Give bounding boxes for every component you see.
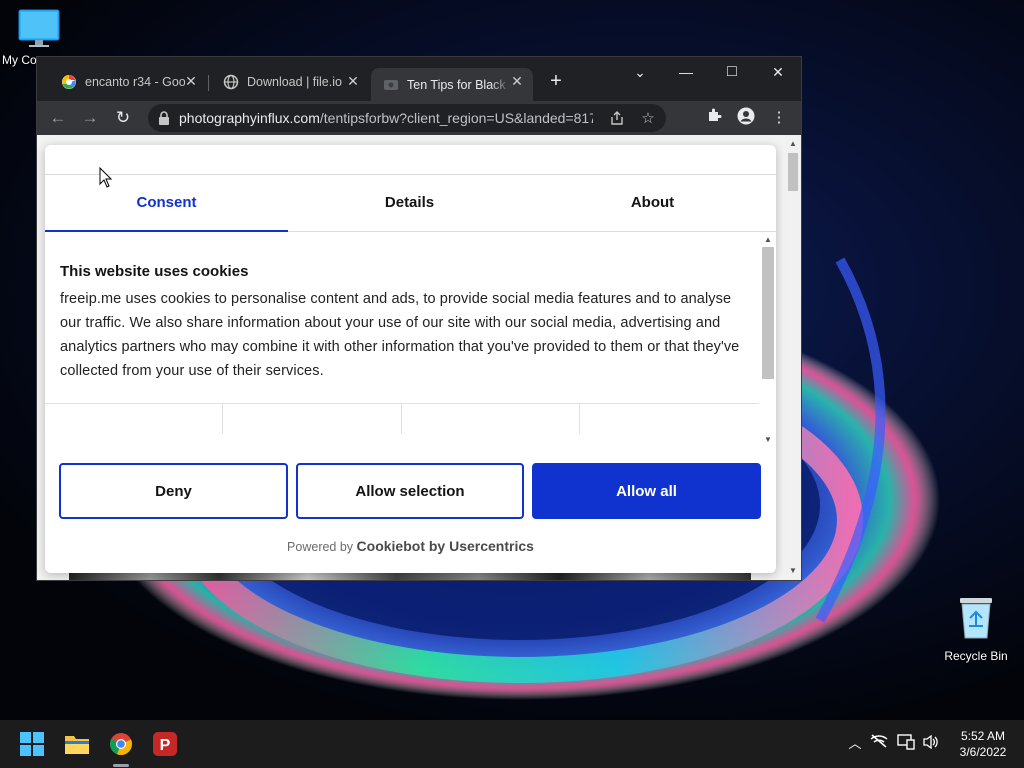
dialog-body: This website uses cookies freeip.me uses… bbox=[45, 231, 776, 449]
volume-icon[interactable] bbox=[921, 734, 941, 754]
minimize-button[interactable]: — bbox=[663, 57, 709, 87]
dialog-tab-bar: Consent Details About bbox=[45, 174, 776, 232]
tab-consent[interactable]: Consent bbox=[45, 175, 288, 232]
tab-divider bbox=[208, 75, 209, 91]
network-icon[interactable] bbox=[869, 734, 889, 754]
scroll-up-arrow-icon[interactable]: ▲ bbox=[760, 235, 776, 244]
tab-ten-tips[interactable]: Ten Tips for Black a ✕ bbox=[371, 68, 533, 101]
globe-icon bbox=[223, 74, 239, 90]
deny-button[interactable]: Deny bbox=[59, 463, 288, 519]
scroll-down-arrow-icon[interactable]: ▼ bbox=[760, 435, 776, 444]
powered-by-footer: Powered by Cookiebot by Usercentrics bbox=[45, 538, 776, 554]
bookmark-star-icon[interactable]: ☆ bbox=[639, 110, 657, 128]
tab-details[interactable]: Details bbox=[288, 175, 531, 231]
more-menu-icon[interactable]: ⋮ bbox=[768, 107, 790, 129]
tab-search-dropdown-icon[interactable]: ⌄ bbox=[617, 57, 663, 87]
column-divider bbox=[222, 404, 223, 434]
close-tab-icon[interactable]: ✕ bbox=[183, 73, 199, 89]
lock-icon[interactable] bbox=[158, 111, 170, 130]
new-tab-button[interactable]: + bbox=[545, 70, 567, 92]
divider bbox=[45, 403, 759, 404]
tab-google-search[interactable]: encanto r34 - Goo ✕ bbox=[49, 68, 207, 95]
allow-all-button[interactable]: Allow all bbox=[532, 463, 761, 519]
google-icon bbox=[61, 74, 77, 90]
url-text: photographyinflux.com/tentipsforbw?clien… bbox=[179, 110, 593, 126]
display-icon[interactable] bbox=[896, 734, 916, 754]
cookiebot-logo[interactable]: Cookiebot by Usercentrics bbox=[357, 538, 534, 554]
scroll-thumb[interactable] bbox=[762, 247, 774, 379]
tab-title: Download | file.io bbox=[247, 74, 342, 89]
page-viewport: Consent Details About This website uses … bbox=[37, 135, 801, 580]
tab-title: Ten Tips for Black a bbox=[407, 77, 511, 92]
close-window-button[interactable]: ✕ bbox=[755, 57, 801, 87]
share-icon[interactable] bbox=[608, 110, 626, 128]
profile-icon[interactable] bbox=[735, 107, 757, 129]
tab-strip: encanto r34 - Goo ✕ Download | file.io ✕… bbox=[37, 57, 801, 101]
forward-button[interactable]: → bbox=[79, 107, 101, 129]
reload-button[interactable]: ↻ bbox=[112, 107, 134, 129]
browser-window: encanto r34 - Goo ✕ Download | file.io ✕… bbox=[37, 57, 801, 580]
maximize-button[interactable]: □ bbox=[709, 57, 755, 87]
windows-start-icon[interactable] bbox=[16, 728, 48, 760]
url-host: photographyinflux.com bbox=[179, 110, 320, 126]
close-tab-icon[interactable]: ✕ bbox=[345, 73, 361, 89]
recycle-bin-icon bbox=[956, 596, 996, 643]
dialog-heading: This website uses cookies bbox=[60, 263, 249, 280]
column-divider bbox=[579, 404, 580, 434]
clock-time: 5:52 AM bbox=[960, 729, 1006, 743]
cookie-consent-dialog: Consent Details About This website uses … bbox=[45, 145, 776, 573]
desktop-icon-recycle-bin[interactable]: Recycle Bin bbox=[940, 596, 1012, 663]
monitor-icon bbox=[18, 8, 60, 51]
address-bar[interactable]: photographyinflux.com/tentipsforbw?clien… bbox=[148, 104, 666, 132]
desktop-icon-label: Recycle Bin bbox=[944, 649, 1008, 663]
page-scrollbar[interactable]: ▲ ▼ bbox=[785, 135, 801, 580]
browser-toolbar: ← → ↻ photographyinflux.com/tentipsforbw… bbox=[37, 101, 801, 135]
close-tab-icon[interactable]: ✕ bbox=[509, 73, 525, 89]
tab-file-io[interactable]: Download | file.io ✕ bbox=[211, 68, 369, 95]
file-explorer-icon[interactable] bbox=[61, 728, 93, 760]
scroll-thumb[interactable] bbox=[788, 153, 798, 191]
page-icon bbox=[383, 77, 399, 93]
extensions-icon[interactable] bbox=[703, 107, 725, 129]
powered-by-text: Powered by bbox=[287, 540, 354, 554]
scroll-down-arrow-icon[interactable]: ▼ bbox=[785, 564, 801, 578]
dialog-description: freeip.me uses cookies to personalise co… bbox=[60, 291, 740, 379]
svg-text:P: P bbox=[160, 737, 171, 754]
scroll-up-arrow-icon[interactable]: ▲ bbox=[785, 137, 801, 151]
chrome-icon[interactable] bbox=[105, 728, 137, 760]
url-path: /tentipsforbw?client_region=US&landed=81… bbox=[319, 110, 593, 126]
chevron-up-icon[interactable]: ︿ bbox=[845, 734, 865, 754]
dialog-scrollbar[interactable]: ▲ ▼ bbox=[760, 233, 776, 447]
system-clock[interactable]: 5:52 AM 3/6/2022 bbox=[950, 728, 1016, 760]
back-button[interactable]: ← bbox=[47, 107, 69, 129]
clock-date: 3/6/2022 bbox=[959, 745, 1007, 759]
tab-about[interactable]: About bbox=[531, 175, 774, 231]
taskbar: P ︿ 5:52 AM 3/6/2022 bbox=[0, 720, 1024, 768]
psiphon-icon[interactable]: P bbox=[149, 728, 181, 760]
allow-selection-button[interactable]: Allow selection bbox=[296, 463, 524, 519]
tab-title: encanto r34 - Goo bbox=[85, 74, 185, 89]
running-indicator bbox=[113, 764, 129, 767]
mouse-cursor-icon bbox=[99, 166, 113, 194]
column-divider bbox=[401, 404, 402, 434]
